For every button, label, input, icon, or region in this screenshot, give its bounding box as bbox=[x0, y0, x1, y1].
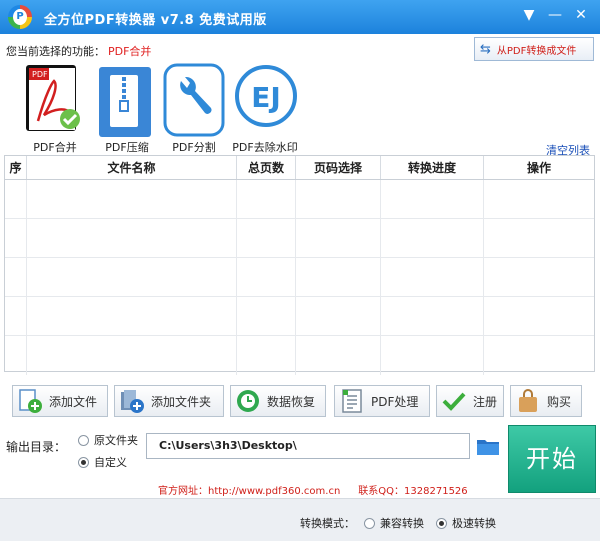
add-folder-label: 添加文件夹 bbox=[151, 394, 212, 409]
fast-mode-label: 极速转换 bbox=[452, 517, 496, 530]
chevron-down-icon[interactable]: ▼ bbox=[520, 6, 538, 24]
radio-indicator[interactable] bbox=[78, 456, 89, 468]
pdf-process-label: PDF处理 bbox=[371, 394, 419, 409]
tool-pdf-split[interactable]: PDF分割 bbox=[161, 63, 227, 155]
tool-pdf-merge[interactable]: PDF PDF合并 bbox=[22, 63, 88, 155]
radio-custom-folder[interactable]: 自定义 bbox=[78, 454, 127, 470]
table-row bbox=[5, 219, 594, 258]
document-list-icon bbox=[339, 388, 365, 414]
add-folder-icon bbox=[119, 388, 145, 414]
compatible-mode-label: 兼容转换 bbox=[380, 517, 424, 530]
radio-original-folder[interactable]: 原文件夹 bbox=[78, 432, 138, 448]
output-directory-label: 输出目录： bbox=[6, 440, 67, 454]
radio-indicator[interactable] bbox=[364, 517, 375, 529]
shopping-bag-icon bbox=[515, 388, 541, 414]
swap-arrows-icon: ⇆ bbox=[480, 41, 491, 57]
table-row bbox=[5, 180, 594, 219]
table-header: 序 文件名称 总页数 页码选择 转换进度 操作 bbox=[5, 156, 594, 180]
app-title: 全方位PDF转换器 v7.8 免费试用版 bbox=[44, 13, 267, 28]
table-row bbox=[5, 336, 594, 375]
tool-label: PDF分割 bbox=[172, 141, 216, 154]
svg-text:EJ: EJ bbox=[251, 81, 281, 114]
output-path-field[interactable]: C:\Users\3h3\Desktop\ bbox=[146, 433, 470, 459]
column-header-index[interactable]: 序 bbox=[5, 156, 27, 179]
from-pdf-convert-label: 从PDF转换成文件 bbox=[496, 45, 577, 57]
register-button[interactable]: 注册 bbox=[436, 385, 504, 417]
minimize-button[interactable]: — bbox=[546, 6, 564, 24]
buy-button[interactable]: 购买 bbox=[510, 385, 582, 417]
tool-pdf-compress[interactable]: PDF压缩 bbox=[94, 63, 160, 155]
tool-label: PDF压缩 bbox=[105, 141, 149, 154]
website-text: 官方网址：http://www.pdf360.com.cn bbox=[158, 486, 341, 497]
radio-compatible-mode[interactable]: 兼容转换 bbox=[364, 515, 424, 531]
data-recovery-button[interactable]: 数据恢复 bbox=[230, 385, 326, 417]
radio-fast-mode[interactable]: 极速转换 bbox=[436, 515, 496, 531]
radio-original-folder-label: 原文件夹 bbox=[94, 434, 138, 447]
recovery-clock-icon bbox=[235, 388, 261, 414]
pdf-process-button[interactable]: PDF处理 bbox=[334, 385, 430, 417]
add-file-button[interactable]: 添加文件 bbox=[12, 385, 108, 417]
tool-label: PDF去除水印 bbox=[232, 141, 298, 154]
add-file-icon bbox=[17, 388, 43, 414]
title-bar: 全方位PDF转换器 v7.8 免费试用版 ▼ — ✕ bbox=[0, 0, 600, 34]
column-header-pages[interactable]: 总页数 bbox=[237, 156, 296, 179]
pdf-compress-icon bbox=[96, 63, 158, 137]
close-button[interactable]: ✕ bbox=[572, 6, 590, 24]
tool-pdf-remove-watermark[interactable]: EJ PDF去除水印 bbox=[232, 63, 298, 155]
register-label: 注册 bbox=[473, 394, 498, 409]
conversion-mode-label: 转换模式： bbox=[300, 517, 355, 530]
qq-text: 联系QQ：1328271526 bbox=[358, 486, 468, 497]
data-recovery-label: 数据恢复 bbox=[267, 394, 316, 409]
column-header-page-range[interactable]: 页码选择 bbox=[296, 156, 381, 179]
column-header-actions[interactable]: 操作 bbox=[484, 156, 594, 179]
checkmark-icon bbox=[441, 388, 467, 414]
column-header-filename[interactable]: 文件名称 bbox=[27, 156, 237, 179]
contact-line: 官方网址：http://www.pdf360.com.cn 联系QQ：132827… bbox=[158, 482, 486, 497]
current-function-label: 您当前选择的功能： bbox=[6, 45, 105, 58]
status-bar: 转换模式： 兼容转换 极速转换 bbox=[0, 498, 600, 541]
browse-folder-icon[interactable] bbox=[476, 435, 500, 457]
svg-text:PDF: PDF bbox=[32, 70, 48, 79]
file-table[interactable]: 序 文件名称 总页数 页码选择 转换进度 操作 bbox=[4, 155, 595, 375]
app-logo bbox=[8, 5, 32, 29]
wrench-icon bbox=[163, 63, 225, 137]
column-header-progress[interactable]: 转换进度 bbox=[381, 156, 484, 179]
table-row bbox=[5, 297, 594, 336]
table-row bbox=[5, 258, 594, 297]
radio-indicator[interactable] bbox=[436, 517, 447, 529]
radio-indicator[interactable] bbox=[78, 434, 89, 446]
from-pdf-convert-button[interactable]: ⇆ 从PDF转换成文件 bbox=[474, 37, 594, 61]
add-folder-button[interactable]: 添加文件夹 bbox=[114, 385, 224, 417]
current-function-value: PDF合并 bbox=[108, 45, 152, 58]
add-file-label: 添加文件 bbox=[49, 394, 98, 409]
tool-label: PDF合并 bbox=[33, 141, 77, 154]
start-button[interactable]: 开始 bbox=[508, 425, 596, 493]
buy-label: 购买 bbox=[547, 394, 572, 409]
watermark-remove-icon: EJ bbox=[234, 63, 297, 137]
radio-custom-folder-label: 自定义 bbox=[94, 456, 127, 469]
pdf-merge-icon: PDF bbox=[24, 63, 86, 137]
